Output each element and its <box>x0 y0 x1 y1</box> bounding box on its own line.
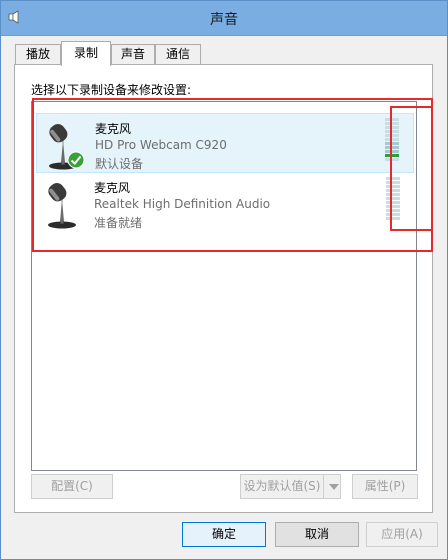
cancel-button[interactable]: 取消 <box>275 522 359 547</box>
meter-bar <box>385 122 399 125</box>
microphone-icon <box>48 183 76 229</box>
tab-communications[interactable]: 通信 <box>155 44 201 64</box>
device-status: 默认设备 <box>95 157 144 171</box>
meter-bar <box>386 201 400 204</box>
meter-bar <box>386 181 400 184</box>
meter-bar <box>385 130 399 133</box>
meter-bar <box>385 154 399 157</box>
meter-bar <box>386 217 400 220</box>
set-default-dropdown-arrow[interactable] <box>323 474 341 499</box>
configure-button[interactable]: 配置(C) <box>31 474 113 499</box>
meter-bar <box>385 138 399 141</box>
device-name: 麦克风 <box>94 181 131 195</box>
meter-bar <box>386 197 400 200</box>
meter-bar <box>385 142 399 145</box>
device-item-webcam-mic[interactable]: 麦克风 HD Pro Webcam C920 默认设备 <box>36 113 414 173</box>
level-meter <box>385 118 399 162</box>
meter-bar <box>385 150 399 153</box>
meter-bar <box>386 177 400 180</box>
device-description: HD Pro Webcam C920 <box>95 138 227 152</box>
meter-bar <box>385 146 399 149</box>
device-name: 麦克风 <box>95 122 132 136</box>
meter-bar <box>386 205 400 208</box>
meter-bar <box>385 158 399 161</box>
window-title: 声音 <box>210 12 238 28</box>
set-default-button[interactable]: 设为默认值(S) <box>240 474 324 499</box>
title-bar[interactable]: 声音 <box>1 1 447 36</box>
device-list[interactable]: 麦克风 HD Pro Webcam C920 默认设备 麦克风 Realtek … <box>31 101 417 471</box>
apply-button[interactable]: 应用(A) <box>366 522 438 547</box>
meter-bar <box>385 134 399 137</box>
device-item-realtek-mic[interactable]: 麦克风 Realtek High Definition Audio 准备就绪 <box>36 173 414 233</box>
meter-bar <box>386 185 400 188</box>
tab-sounds[interactable]: 声音 <box>111 44 155 64</box>
tab-recording[interactable]: 录制 <box>61 41 111 66</box>
device-description: Realtek High Definition Audio <box>94 197 271 211</box>
device-status: 准备就绪 <box>94 216 143 230</box>
sound-dialog: 声音 播放 录制 声音 通信 选择以下录制设备来修改设置: 麦克风 HD Pro… <box>0 0 448 560</box>
meter-bar <box>386 193 400 196</box>
properties-button[interactable]: 属性(P) <box>352 474 418 499</box>
tab-playback[interactable]: 播放 <box>15 44 61 64</box>
ok-button[interactable]: 确定 <box>182 522 266 547</box>
meter-bar <box>386 213 400 216</box>
meter-bar <box>385 126 399 129</box>
meter-bar <box>385 118 399 121</box>
default-check-icon <box>67 151 85 169</box>
meter-bar <box>386 189 400 192</box>
level-meter <box>386 177 400 221</box>
meter-bar <box>386 209 400 212</box>
instruction-label: 选择以下录制设备来修改设置: <box>31 83 192 97</box>
recording-panel: 选择以下录制设备来修改设置: 麦克风 HD Pro Webcam C920 默认… <box>14 64 433 513</box>
